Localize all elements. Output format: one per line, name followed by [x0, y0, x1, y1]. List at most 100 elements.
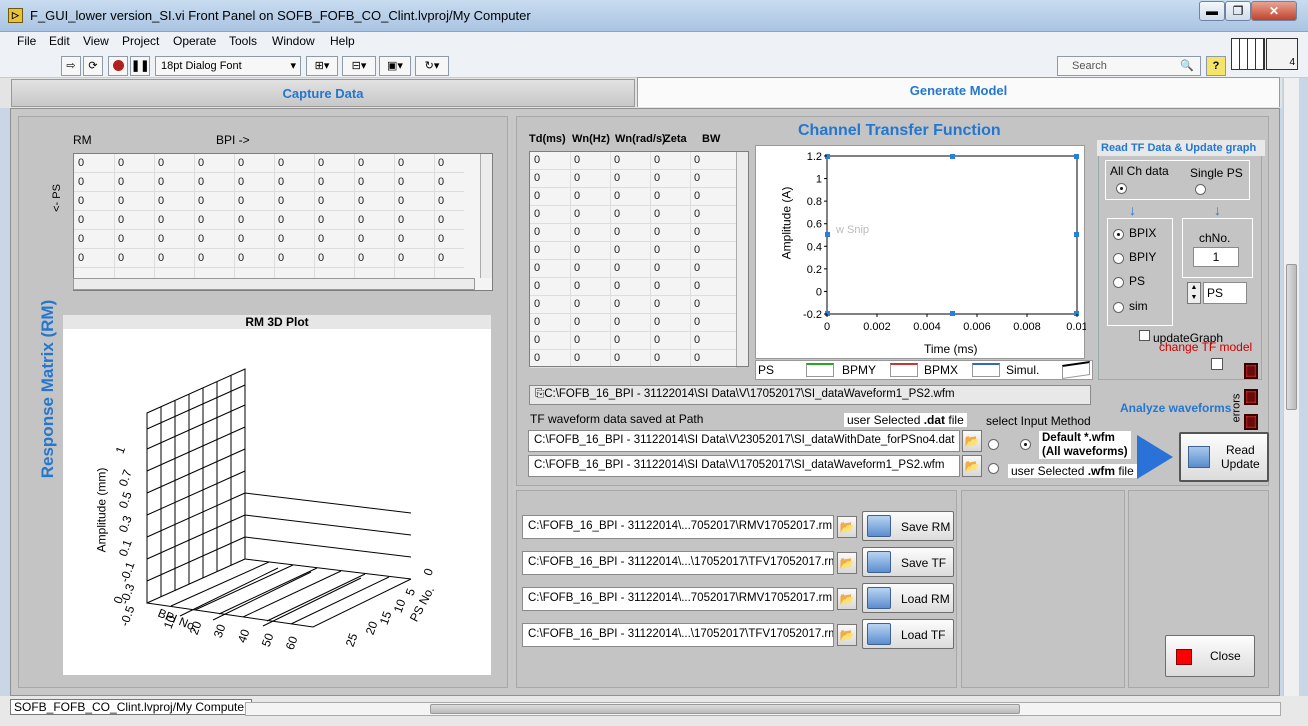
font-selector[interactable]: 18pt Dialog Font ▾: [155, 56, 301, 76]
tf-cell: 0: [694, 262, 701, 274]
tf-xtick-label: 0.002: [863, 321, 891, 333]
bpiy-radio[interactable]: [1113, 253, 1124, 264]
run-continuous-icon[interactable]: ⟳: [83, 56, 103, 76]
connector-pane-icon[interactable]: [1231, 38, 1265, 70]
wfm-folder-icon[interactable]: 📂: [962, 455, 982, 477]
vi-icon[interactable]: 4: [1266, 38, 1298, 70]
dat-method-radio[interactable]: [988, 439, 999, 450]
rm-cell: 0: [238, 157, 245, 169]
rm-cell: 0: [358, 195, 365, 207]
ps-stepper[interactable]: ▲ ▼: [1187, 282, 1201, 304]
rm-v-scrollbar[interactable]: [480, 154, 492, 278]
run-arrow-icon[interactable]: ⇨: [61, 56, 81, 76]
save-rm-button[interactable]: Save RM: [862, 511, 954, 541]
tf-v-scrollbar[interactable]: [736, 152, 748, 366]
error-led-2: [1244, 389, 1258, 405]
change-tf-checkbox[interactable]: [1211, 358, 1223, 370]
abort-icon[interactable]: [108, 56, 128, 76]
user-dat-label: user Selected .dat file: [844, 413, 967, 427]
folder-icon[interactable]: 📂: [837, 588, 857, 610]
distribute-objects-icon[interactable]: ⊟▾: [342, 56, 376, 76]
wfm-path-input[interactable]: C:\FOFB_16_BPI - 31122014\SI Data\V\1705…: [528, 455, 960, 477]
menu-file[interactable]: File: [17, 34, 36, 48]
rm-table[interactable]: 0 0 0 0 0 0 0 0 0 0 0 0 0 0 0 0 0 0 0 0 0 0 0 0 0 0 0 0 0 0 0 0 0 0 0 0 0 0 0 0…: [73, 153, 493, 291]
all-ch-label: All Ch data: [1110, 164, 1169, 178]
tf-row-divider: [530, 241, 736, 242]
rm-cell: 0: [318, 252, 325, 264]
load-tf-button[interactable]: Load TF: [862, 619, 954, 649]
path-picker-icon[interactable]: ⎘: [535, 388, 544, 400]
menu-operate[interactable]: Operate: [173, 34, 216, 48]
file-path-input[interactable]: C:\FOFB_16_BPI - 31122014\...7052017\RMV…: [522, 515, 834, 539]
folder-icon[interactable]: 📂: [837, 516, 857, 538]
load-tf-icon: [867, 623, 891, 645]
all-ch-radio[interactable]: [1116, 183, 1127, 194]
minimize-button[interactable]: ▬: [1199, 1, 1225, 21]
tf-table[interactable]: 0 0 0 0 0 0 0 0 0 0 0 0 0 0 0 0 0 0 0 0 0 0 0 0 0 0 0 0 0 0 0 0 0 0 0 0 0 0 0 0…: [529, 151, 749, 368]
rm-cell: 0: [238, 195, 245, 207]
chno-input[interactable]: 1: [1193, 247, 1239, 267]
tf-cell: 0: [694, 334, 701, 346]
wfm-default-radio[interactable]: [1020, 439, 1031, 450]
save-tf-button[interactable]: Save TF: [862, 547, 954, 577]
rm-h-scrollbar[interactable]: [73, 278, 475, 290]
pause-icon[interactable]: ❚❚: [130, 56, 150, 76]
tf-cell: 0: [534, 208, 541, 220]
close-window-button[interactable]: ✕: [1251, 1, 1297, 21]
wfm-user-radio[interactable]: [988, 463, 999, 474]
rm-vertical-title: Response Matrix (RM): [38, 299, 57, 479]
menu-tools[interactable]: Tools: [229, 34, 257, 48]
current-path-display: ⎘C:\FOFB_16_BPI - 31122014\SI Data\V\170…: [529, 385, 1091, 405]
search-input[interactable]: Search 🔍: [1057, 56, 1201, 76]
bpix-radio[interactable]: [1113, 229, 1124, 240]
tab-capture-data[interactable]: Capture Data: [11, 79, 635, 107]
error-led-1: [1244, 363, 1258, 379]
window-v-thumb[interactable]: [1286, 264, 1297, 410]
window-h-scrollbar[interactable]: [245, 702, 1281, 716]
menu-view[interactable]: View: [83, 34, 109, 48]
folder-icon[interactable]: 📂: [837, 624, 857, 646]
tf-row-divider: [530, 349, 736, 350]
ps-select[interactable]: PS: [1203, 282, 1247, 304]
window-v-scrollbar[interactable]: [1283, 78, 1299, 696]
tf-cell: 0: [654, 280, 661, 292]
file-path-input[interactable]: C:\FOFB_16_BPI - 31122014\...7052017\RMV…: [522, 587, 834, 611]
tf-cell: 0: [614, 298, 621, 310]
folder-icon[interactable]: 📂: [837, 552, 857, 574]
rm-cell: 0: [398, 157, 405, 169]
tf-title: Channel Transfer Function: [798, 122, 1001, 139]
resize-objects-icon[interactable]: ▣▾: [379, 56, 411, 76]
tab-generate-model[interactable]: Generate Model: [637, 77, 1280, 107]
file-path-input[interactable]: C:\FOFB_16_BPI - 31122014\...\17052017\T…: [522, 551, 834, 575]
rm-cell: 0: [438, 195, 445, 207]
help-icon[interactable]: ?: [1206, 56, 1226, 76]
dat-folder-icon[interactable]: 📂: [962, 430, 982, 452]
update-graph-checkbox[interactable]: [1139, 330, 1150, 341]
menu-help[interactable]: Help: [330, 34, 355, 48]
sim-radio[interactable]: [1113, 302, 1124, 313]
file-button-label: Load RM: [901, 592, 950, 606]
reorder-icon[interactable]: ↻▾: [415, 56, 449, 76]
single-ps-radio[interactable]: [1195, 184, 1206, 195]
file-button-label: Load TF: [901, 628, 946, 642]
menu-project[interactable]: Project: [122, 34, 159, 48]
tf-section: Channel Transfer Function 00000000000000…: [516, 116, 1269, 486]
window-h-thumb[interactable]: [430, 704, 1020, 714]
tf-cell: 0: [574, 352, 581, 364]
dat-path-input[interactable]: C:\FOFB_16_BPI - 31122014\SI Data\V\2305…: [528, 430, 960, 452]
ps-radio[interactable]: [1113, 277, 1124, 288]
menu-edit[interactable]: Edit: [49, 34, 70, 48]
read-update-button[interactable]: Read Update: [1179, 432, 1269, 482]
tf-ytick-label: 0.6: [807, 219, 822, 231]
maximize-button[interactable]: ❐: [1225, 1, 1251, 21]
rm-cell: 0: [438, 214, 445, 226]
tf-cell: 0: [574, 280, 581, 292]
align-objects-icon[interactable]: ⊞▾: [306, 56, 338, 76]
rm-cell: 0: [358, 176, 365, 188]
tf-col-divider: [610, 152, 611, 366]
menu-window[interactable]: Window: [272, 34, 315, 48]
tf-cell: 0: [694, 298, 701, 310]
close-button[interactable]: Close: [1165, 635, 1255, 677]
load-rm-button[interactable]: Load RM: [862, 583, 954, 613]
file-path-input[interactable]: C:\FOFB_16_BPI - 31122014\...\17052017\T…: [522, 623, 834, 647]
